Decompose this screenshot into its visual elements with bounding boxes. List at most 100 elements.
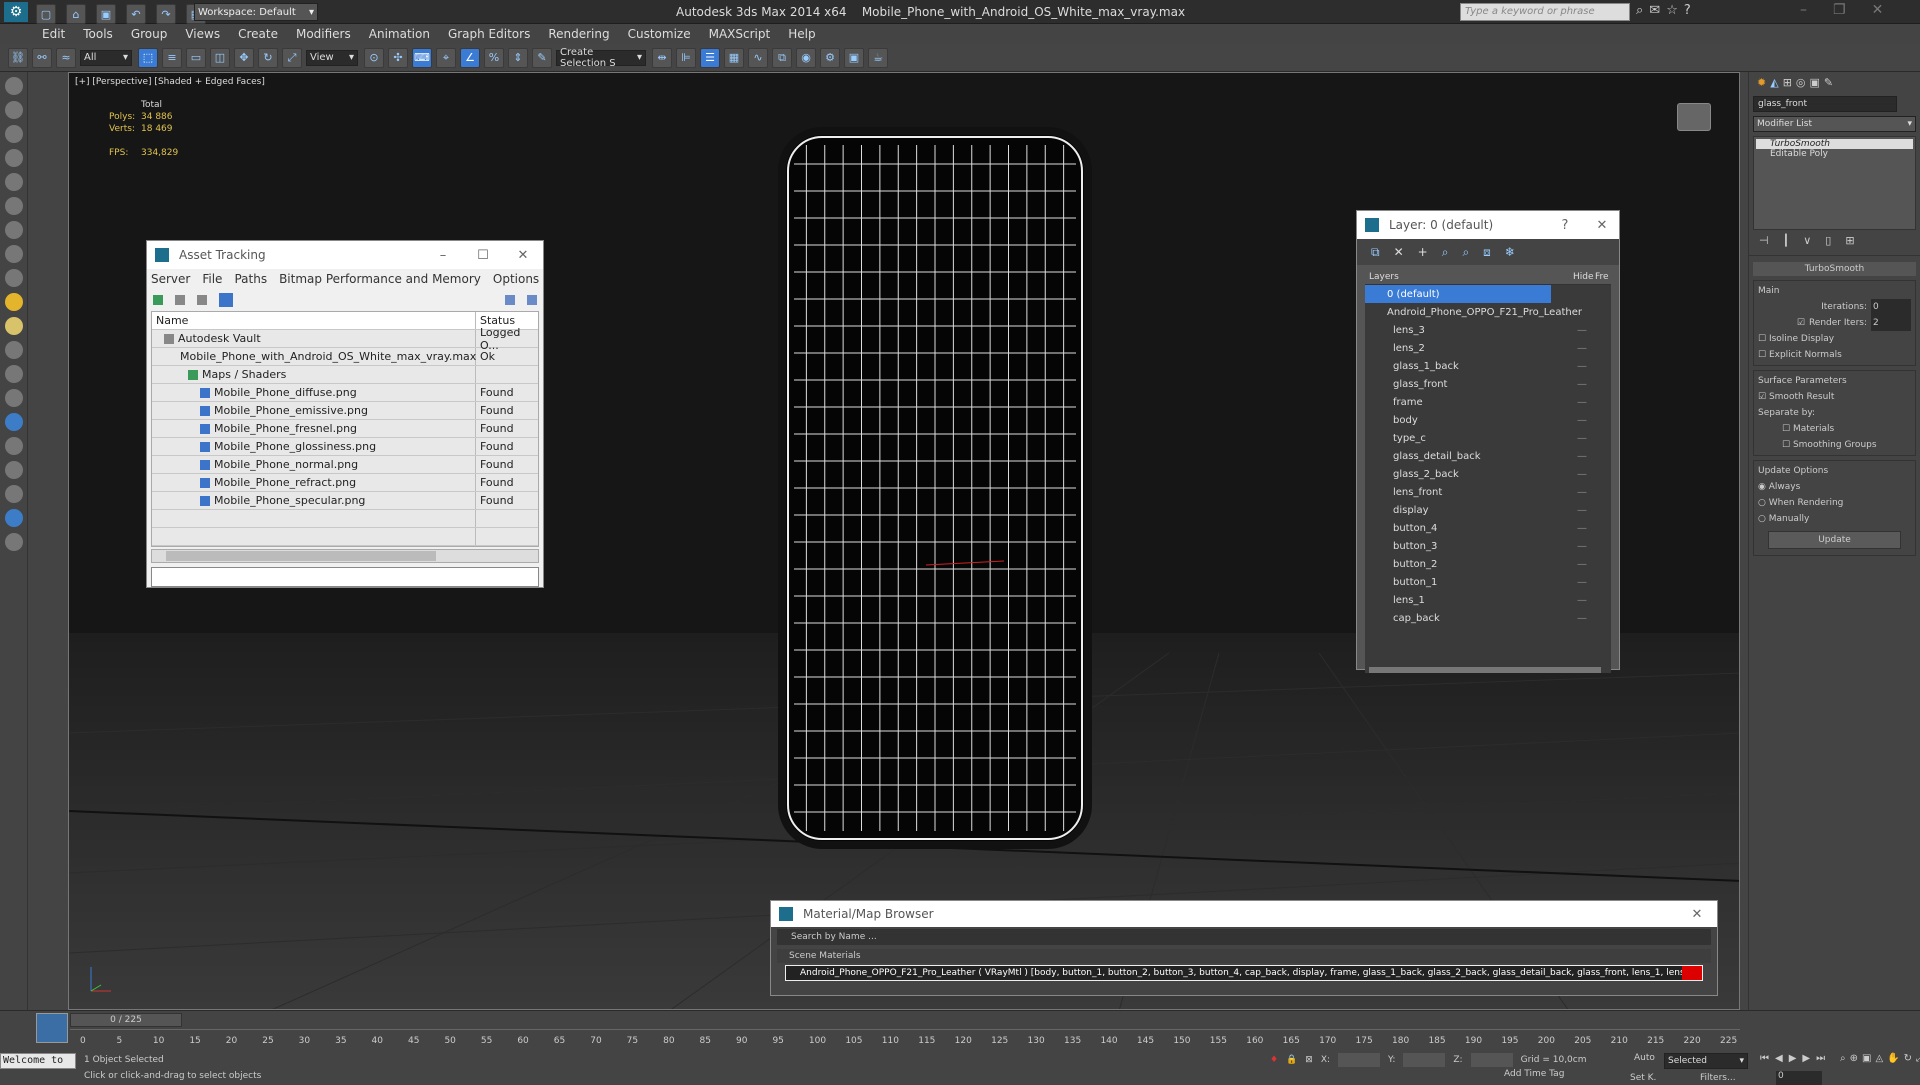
align-icon[interactable]: ⊫ bbox=[676, 47, 696, 68]
next-frame-icon[interactable]: ▶ bbox=[1802, 1053, 1810, 1064]
hide-toggle[interactable]: — bbox=[1577, 379, 1587, 390]
hide-toggle[interactable]: — bbox=[1577, 523, 1587, 534]
time-slider[interactable]: 0 / 225 bbox=[70, 1013, 182, 1027]
layer-row-parent[interactable]: Android_Phone_OPPO_F21_Pro_Leather bbox=[1365, 303, 1611, 321]
close-icon[interactable]: ✕ bbox=[503, 248, 543, 263]
when-rendering-radio[interactable]: ○ bbox=[1758, 498, 1766, 508]
menu-maxscript[interactable]: MAXScript bbox=[709, 27, 771, 41]
link-icon[interactable]: ⛓ bbox=[8, 47, 28, 68]
hide-toggle[interactable]: — bbox=[1577, 397, 1587, 408]
help-icon[interactable]: ? bbox=[1545, 218, 1585, 233]
motion-tab-icon[interactable]: ◎ bbox=[1796, 76, 1806, 89]
material-search-input[interactable]: Search by Name ... bbox=[777, 929, 1711, 945]
menu-rendering[interactable]: Rendering bbox=[548, 27, 609, 41]
maximize-icon[interactable]: ☐ bbox=[463, 248, 503, 263]
hierarchy-icon[interactable] bbox=[5, 125, 23, 143]
always-radio[interactable]: ◉ bbox=[1758, 482, 1766, 492]
display-icon[interactable] bbox=[5, 173, 23, 191]
asset-tracking-titlebar[interactable]: Asset Tracking – ☐ ✕ bbox=[147, 241, 543, 269]
current-frame-field[interactable]: 0 bbox=[1776, 1071, 1822, 1085]
teapot-icon[interactable] bbox=[5, 365, 23, 383]
layer-item[interactable]: body — bbox=[1365, 411, 1611, 429]
create-tab-icon[interactable]: ✹ bbox=[1757, 76, 1766, 89]
list-view-icon[interactable] bbox=[175, 295, 185, 305]
hide-toggle[interactable]: — bbox=[1577, 577, 1587, 588]
layer-row-default[interactable]: 0 (default) bbox=[1365, 285, 1551, 303]
freeze-all-icon[interactable]: ❄ bbox=[1505, 245, 1515, 259]
layer-item[interactable]: lens_1 — bbox=[1365, 591, 1611, 609]
close-icon[interactable]: ✕ bbox=[1585, 218, 1619, 233]
highlight-layer-icon[interactable]: ⌕ bbox=[1462, 245, 1469, 260]
snaps-toggle-icon[interactable]: ⌖ bbox=[436, 47, 456, 68]
layer-item[interactable]: button_4 — bbox=[1365, 519, 1611, 537]
timeline-track[interactable]: 0 5 10 15 20 25 30 35 40 45 50 55 60 65 70 75 80 85 90 95 10… bbox=[70, 1029, 1740, 1049]
scene-explorer-icon[interactable] bbox=[5, 509, 23, 527]
table-row[interactable]: Maps / Shaders bbox=[152, 366, 538, 384]
add-time-tag[interactable]: Add Time Tag bbox=[1504, 1069, 1564, 1079]
maximize-viewport-icon[interactable]: ⤢ bbox=[1916, 1053, 1920, 1064]
menu-file[interactable]: File bbox=[202, 272, 222, 286]
menu-modifiers[interactable]: Modifiers bbox=[296, 27, 351, 41]
modify-tab-icon[interactable]: ◭ bbox=[1770, 76, 1778, 89]
nurbs-icon[interactable] bbox=[5, 485, 23, 503]
asset-path-field[interactable] bbox=[151, 567, 539, 587]
unlink-icon[interactable]: ⚯ bbox=[32, 47, 52, 68]
hide-toggle[interactable]: — bbox=[1577, 361, 1587, 372]
menu-views[interactable]: Views bbox=[185, 27, 220, 41]
y-field[interactable] bbox=[1403, 1053, 1446, 1067]
orbit-icon[interactable]: ↻ bbox=[1904, 1053, 1912, 1064]
render-setup-icon[interactable]: ⚙ bbox=[820, 47, 840, 68]
helper-icon[interactable] bbox=[5, 269, 23, 287]
help-icon[interactable]: ? bbox=[1684, 3, 1691, 18]
hide-toggle[interactable]: — bbox=[1577, 487, 1587, 498]
mirror-icon[interactable]: ⇹ bbox=[652, 47, 672, 68]
column-layers[interactable]: Layers bbox=[1365, 272, 1573, 282]
layer-item[interactable]: button_3 — bbox=[1365, 537, 1611, 555]
column-hide[interactable]: Hide bbox=[1573, 272, 1595, 282]
hide-toggle[interactable]: — bbox=[1577, 451, 1587, 462]
table-row[interactable]: Mobile_Phone_fresnel.png Found bbox=[152, 420, 538, 438]
table-row[interactable]: Mobile_Phone_diffuse.png Found bbox=[152, 384, 538, 402]
scene-materials-group[interactable]: Scene Materials bbox=[777, 949, 1711, 963]
stack-editable-poly[interactable]: Editable Poly bbox=[1756, 149, 1913, 159]
close-icon[interactable]: ✕ bbox=[1872, 2, 1884, 18]
help-icon[interactable] bbox=[505, 295, 515, 305]
menu-bitmap-performance[interactable]: Bitmap Performance and Memory bbox=[279, 272, 481, 286]
layer-item[interactable]: glass_2_back — bbox=[1365, 465, 1611, 483]
show-end-result-icon[interactable]: ┃ bbox=[1783, 234, 1790, 255]
layer-item[interactable]: lens_3 — bbox=[1365, 321, 1611, 339]
hide-toggle[interactable]: — bbox=[1577, 469, 1587, 480]
sphere-icon[interactable] bbox=[5, 317, 23, 335]
save-icon[interactable]: ▣ bbox=[96, 4, 116, 24]
hide-toggle[interactable]: — bbox=[1577, 343, 1587, 354]
layer-item[interactable]: button_1 — bbox=[1365, 573, 1611, 591]
layer-item[interactable]: glass_1_back — bbox=[1365, 357, 1611, 375]
configure-sets-icon[interactable]: ⊞ bbox=[1845, 234, 1854, 255]
menu-help[interactable]: Help bbox=[788, 27, 815, 41]
table-row[interactable]: Mobile_Phone_emissive.png Found bbox=[152, 402, 538, 420]
table-row[interactable]: Mobile_Phone_refract.png Found bbox=[152, 474, 538, 492]
select-objects-icon[interactable]: ⌕ bbox=[1442, 245, 1449, 260]
iterations-spinner[interactable]: 0 bbox=[1871, 299, 1911, 315]
layer-manager-icon[interactable]: ☰ bbox=[700, 47, 720, 68]
key-filters-button[interactable]: Filters... bbox=[1700, 1073, 1736, 1083]
edit-named-selection-icon[interactable]: ✎ bbox=[532, 47, 552, 68]
materials-checkbox[interactable]: ☐ bbox=[1782, 424, 1790, 434]
new-file-icon[interactable]: ▢ bbox=[36, 4, 56, 24]
spline-icon[interactable] bbox=[5, 461, 23, 479]
table-row[interactable]: Mobile_Phone_normal.png Found bbox=[152, 456, 538, 474]
communication-center-icon[interactable]: ✉ bbox=[1649, 3, 1660, 18]
create-icon[interactable] bbox=[5, 77, 23, 95]
go-to-start-icon[interactable]: ⏮ bbox=[1760, 1053, 1769, 1064]
layer-item[interactable]: button_2 — bbox=[1365, 555, 1611, 573]
menu-options[interactable]: Options bbox=[493, 272, 539, 286]
minimize-icon[interactable]: – bbox=[423, 248, 463, 263]
refresh-icon[interactable] bbox=[153, 295, 163, 305]
rectangular-selection-icon[interactable]: ▭ bbox=[186, 47, 206, 68]
maxscript-listener[interactable]: Welcome to bbox=[0, 1053, 76, 1069]
menu-server[interactable]: Server bbox=[151, 272, 190, 286]
pan-icon[interactable]: ✋ bbox=[1887, 1053, 1899, 1064]
render-iters-spinner[interactable]: 2 bbox=[1871, 315, 1911, 331]
angle-snap-icon[interactable]: ∠ bbox=[460, 47, 480, 68]
layer-item[interactable]: lens_2 — bbox=[1365, 339, 1611, 357]
